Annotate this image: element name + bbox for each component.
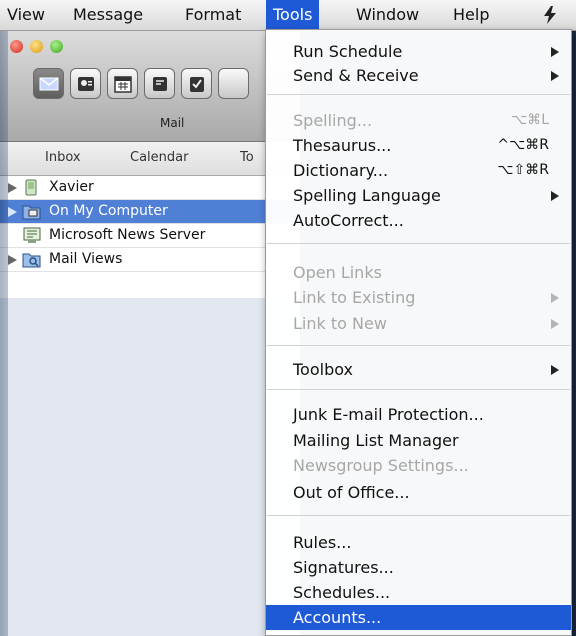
menu-item-out-of-office[interactable]: Out of Office... xyxy=(266,480,571,505)
tab-bar: Inbox Calendar To xyxy=(0,142,300,176)
notes-view-button[interactable] xyxy=(144,68,175,99)
menu-item-thesaurus[interactable]: Thesaurus... ^⌥⌘R xyxy=(266,133,571,158)
contacts-icon xyxy=(78,77,94,91)
menu-bar: View Message Format Tools Window Help xyxy=(0,0,576,31)
menu-message[interactable]: Message xyxy=(66,0,150,30)
folder-label: Microsoft News Server xyxy=(49,227,206,243)
submenu-arrow-icon xyxy=(551,293,559,303)
menu-item-send-receive[interactable]: Send & Receive xyxy=(266,63,571,88)
disclosure-triangle-icon[interactable] xyxy=(8,183,17,193)
phone-icon xyxy=(25,179,37,196)
tasks-icon xyxy=(190,77,204,92)
folder-row-on-my-computer[interactable]: On My Computer xyxy=(0,200,300,224)
mail-icon xyxy=(39,77,59,91)
menu-item-dictionary[interactable]: Dictionary... ⌥⇧⌘R xyxy=(266,158,571,183)
menu-separator xyxy=(267,243,570,244)
menu-item-autocorrect[interactable]: AutoCorrect... xyxy=(266,208,571,233)
folder-label: Xavier xyxy=(49,179,94,195)
folder-row-news-server[interactable]: Microsoft News Server xyxy=(0,224,300,248)
menu-separator xyxy=(267,94,570,95)
desktop-edge xyxy=(0,31,8,636)
toolbar-more-button[interactable] xyxy=(218,68,249,99)
contacts-view-button[interactable] xyxy=(70,68,101,99)
menu-item-newsgroup-settings: Newsgroup Settings... xyxy=(293,456,469,475)
tasks-view-button[interactable] xyxy=(181,68,212,99)
menu-separator xyxy=(267,515,570,516)
menu-item-toolbox[interactable]: Toolbox xyxy=(266,357,571,382)
menu-format[interactable]: Format xyxy=(178,0,248,30)
submenu-arrow-icon xyxy=(551,71,559,81)
menu-item-junk-email-protection[interactable]: Junk E-mail Protection... xyxy=(266,402,571,427)
toolbar-selected-label: Mail xyxy=(160,116,185,130)
window-titlebar: Mail xyxy=(0,31,300,142)
menu-item-mailing-list-manager[interactable]: Mailing List Manager xyxy=(266,428,571,453)
menu-view[interactable]: View xyxy=(0,0,52,30)
menu-item-schedules[interactable]: Schedules... xyxy=(266,580,571,605)
disclosure-triangle-icon[interactable] xyxy=(8,207,17,217)
menu-help[interactable]: Help xyxy=(446,0,496,30)
mail-views-icon xyxy=(22,253,41,268)
menu-window[interactable]: Window xyxy=(349,0,426,30)
calendar-icon xyxy=(114,76,132,93)
tab-calendar[interactable]: Calendar xyxy=(130,150,188,165)
menu-item-run-schedule[interactable]: Run Schedule xyxy=(266,39,571,64)
submenu-arrow-icon xyxy=(551,47,559,57)
mail-view-button[interactable] xyxy=(33,68,64,99)
menu-item-rules[interactable]: Rules... xyxy=(266,530,571,555)
menu-item-link-to-new: Link to New xyxy=(266,311,571,336)
submenu-arrow-icon xyxy=(551,319,559,329)
script-menu-icon[interactable] xyxy=(540,5,560,25)
notes-icon xyxy=(153,77,167,91)
submenu-arrow-icon xyxy=(551,365,559,375)
minimize-window-button[interactable] xyxy=(30,40,43,53)
menu-tools[interactable]: Tools xyxy=(266,0,320,30)
zoom-window-button[interactable] xyxy=(50,40,63,53)
folder-row-xavier[interactable]: Xavier xyxy=(0,176,300,200)
menu-item-spelling-language[interactable]: Spelling Language xyxy=(266,183,571,208)
menu-separator xyxy=(267,389,570,390)
calendar-view-button[interactable] xyxy=(107,68,138,99)
close-window-button[interactable] xyxy=(10,40,23,53)
menu-separator xyxy=(267,345,570,346)
menu-item-link-to-existing: Link to Existing xyxy=(266,285,571,310)
tab-inbox[interactable]: Inbox xyxy=(45,150,81,165)
folder-row-mail-views[interactable]: Mail Views xyxy=(0,248,300,272)
computer-folder-icon xyxy=(22,205,41,220)
tab-to[interactable]: To xyxy=(240,150,254,165)
folder-list-background xyxy=(0,298,300,636)
menu-item-accounts[interactable]: Accounts... xyxy=(266,605,571,630)
submenu-arrow-icon xyxy=(551,191,559,201)
folder-label: Mail Views xyxy=(49,251,123,267)
tools-menu: Run Schedule Send & Receive Spelling... … xyxy=(265,29,572,636)
news-server-icon xyxy=(23,227,41,243)
mail-window: Mail Inbox Calendar To Xavier On My Comp… xyxy=(0,31,300,636)
menu-item-signatures[interactable]: Signatures... xyxy=(266,555,571,580)
menu-item-open-links: Open Links xyxy=(293,263,382,282)
folder-label: On My Computer xyxy=(49,203,168,219)
disclosure-triangle-icon[interactable] xyxy=(8,255,17,265)
menu-item-spelling: Spelling... ⌥⌘L xyxy=(293,111,549,130)
